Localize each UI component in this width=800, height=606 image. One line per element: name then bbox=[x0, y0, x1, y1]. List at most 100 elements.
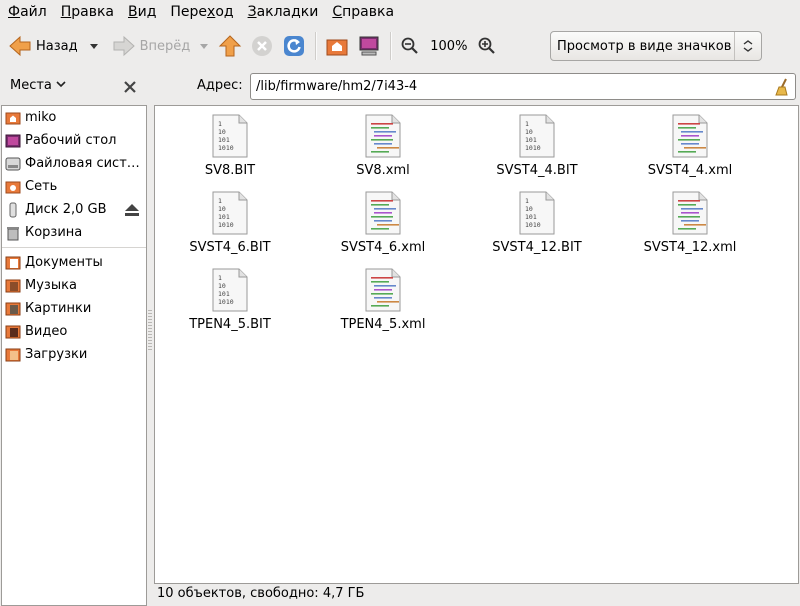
zoom-level: 100% bbox=[430, 38, 468, 54]
file-item[interactable]: 1 10 101 1010 SVST4_6.BIT bbox=[155, 191, 305, 255]
zoom-in-button[interactable] bbox=[473, 30, 501, 62]
sidebar-item-label: Корзина bbox=[25, 225, 83, 240]
menu-help[interactable]: Справка bbox=[325, 0, 401, 24]
file-name: SV8.BIT bbox=[204, 163, 256, 178]
file-item[interactable]: 1 10 101 1010 SVST4_12.BIT bbox=[462, 191, 612, 255]
file-item[interactable]: SV8.xml bbox=[308, 114, 458, 178]
chevron-down-icon[interactable] bbox=[56, 79, 66, 89]
binary-icon-line: 101 bbox=[525, 213, 537, 221]
toolbar-separator bbox=[315, 32, 317, 60]
menubar: Файл Правка Вид Переход Закладки Справка bbox=[0, 0, 800, 24]
clear-broom-icon[interactable] bbox=[774, 78, 790, 96]
sidebar-item-usb-drive[interactable]: Диск 2,0 GB bbox=[2, 198, 146, 221]
menu-file[interactable]: Файл bbox=[1, 0, 54, 24]
binary-icon-line: 1010 bbox=[218, 221, 234, 229]
back-button-label: Назад bbox=[36, 38, 78, 54]
binary-icon-line: 10 bbox=[218, 128, 226, 136]
reload-button[interactable] bbox=[278, 30, 310, 62]
xml-file-icon bbox=[672, 191, 708, 235]
file-name: TPEN4_5.xml bbox=[340, 317, 426, 332]
file-item[interactable]: TPEN4_5.xml bbox=[308, 268, 458, 332]
file-item[interactable]: 1 10 101 1010 SV8.BIT bbox=[155, 114, 305, 178]
pane-resize-handle[interactable] bbox=[148, 310, 152, 350]
toolbar-separator bbox=[390, 32, 392, 60]
sidebar-item-trash[interactable]: Корзина bbox=[2, 221, 146, 244]
binary-icon-line: 101 bbox=[218, 290, 230, 298]
back-button[interactable]: Назад bbox=[4, 30, 82, 62]
binary-icon-line: 10 bbox=[218, 205, 226, 213]
trash-icon bbox=[7, 226, 19, 240]
address-input[interactable]: /lib/firmware/hm2/7i43-4 bbox=[250, 73, 796, 100]
home-button[interactable] bbox=[321, 30, 353, 62]
forward-history-dropdown[interactable] bbox=[194, 30, 212, 62]
binary-icon-line: 10 bbox=[525, 128, 533, 136]
menu-edit[interactable]: Правка bbox=[54, 0, 121, 24]
menu-bookmarks[interactable]: Закладки bbox=[241, 0, 326, 24]
places-title[interactable]: Места bbox=[10, 78, 52, 93]
sidebar-item-network[interactable]: Сеть bbox=[2, 175, 146, 198]
binary-icon-line: 101 bbox=[218, 213, 230, 221]
usb-drive-icon bbox=[9, 202, 17, 217]
reload-icon bbox=[284, 36, 305, 56]
eject-icon[interactable] bbox=[124, 203, 140, 217]
sidebar-item-label: miko bbox=[25, 110, 57, 125]
sidebar-item-documents[interactable]: Документы bbox=[2, 251, 146, 274]
up-arrow-icon bbox=[219, 35, 242, 57]
up-button[interactable] bbox=[214, 30, 246, 62]
sidebar-item-label: Файловая сист… bbox=[25, 156, 140, 171]
sidebar-item-downloads[interactable]: Загрузки bbox=[2, 343, 146, 366]
file-item[interactable]: SVST4_4.xml bbox=[615, 114, 765, 178]
forward-button[interactable]: Вперёд bbox=[108, 30, 195, 62]
forward-arrow-icon bbox=[113, 35, 135, 57]
sidebar-item-music[interactable]: Музыка bbox=[2, 274, 146, 297]
sidebar-item-label: Сеть bbox=[25, 179, 58, 194]
file-icon-view: 1 10 101 1010 SV8.BIT SV8.xml 1 10 101 1010 SVST4_… bbox=[154, 105, 799, 584]
places-sidebar: miko Рабочий стол Файловая сист… Сеть Ди… bbox=[1, 105, 147, 606]
sidebar-item-pictures[interactable]: Картинки bbox=[2, 297, 146, 320]
binary-icon-line: 1 bbox=[525, 197, 529, 205]
home-folder-icon bbox=[326, 39, 348, 56]
menu-go[interactable]: Переход bbox=[163, 0, 240, 24]
computer-button[interactable] bbox=[353, 30, 385, 62]
binary-icon-line: 10 bbox=[525, 205, 533, 213]
sidebar-item-label: Загрузки bbox=[25, 347, 88, 362]
sidebar-item-label: Музыка bbox=[25, 278, 77, 293]
back-history-dropdown[interactable] bbox=[82, 30, 102, 62]
downloads-folder-icon bbox=[5, 348, 21, 361]
view-mode-select[interactable]: Просмотр в виде значков bbox=[550, 31, 762, 61]
sidebar-item-filesystem[interactable]: Файловая сист… bbox=[2, 152, 146, 175]
stop-button[interactable] bbox=[246, 30, 278, 62]
music-folder-icon bbox=[5, 279, 21, 292]
zoom-out-button[interactable] bbox=[396, 30, 424, 62]
file-name: SVST4_6.xml bbox=[340, 240, 426, 255]
file-item[interactable]: 1 10 101 1010 TPEN4_5.BIT bbox=[155, 268, 305, 332]
binary-file-icon: 1101011010 bbox=[212, 268, 248, 312]
binary-icon-line: 1 bbox=[218, 274, 222, 282]
binary-icon-line: 1 bbox=[218, 120, 222, 128]
view-mode-value: Просмотр в виде значков bbox=[557, 38, 732, 54]
binary-icon-line: 1 bbox=[525, 120, 529, 128]
pictures-folder-icon bbox=[5, 302, 21, 315]
sidebar-item-videos[interactable]: Видео bbox=[2, 320, 146, 343]
computer-icon bbox=[359, 36, 379, 56]
sidebar-item-label: Картинки bbox=[25, 301, 92, 316]
close-sidebar-icon[interactable] bbox=[123, 80, 137, 94]
chevron-updown-icon bbox=[734, 32, 761, 60]
sidebar-item-home[interactable]: miko bbox=[2, 106, 146, 129]
binary-icon-line: 1010 bbox=[218, 144, 234, 152]
chevron-down-icon bbox=[200, 43, 209, 49]
file-item[interactable]: 1 10 101 1010 SVST4_4.BIT bbox=[462, 114, 612, 178]
file-item[interactable]: SVST4_6.xml bbox=[308, 191, 458, 255]
xml-file-icon bbox=[672, 114, 708, 158]
desktop-icon bbox=[5, 134, 21, 147]
menu-view[interactable]: Вид bbox=[121, 0, 163, 24]
file-item[interactable]: SVST4_12.xml bbox=[615, 191, 765, 255]
zoom-out-icon bbox=[401, 37, 419, 54]
sidebar-item-desktop[interactable]: Рабочий стол bbox=[2, 129, 146, 152]
chevron-down-icon bbox=[89, 43, 98, 49]
file-name: SVST4_6.BIT bbox=[189, 240, 271, 255]
sidebar-item-label: Рабочий стол bbox=[25, 133, 117, 148]
filesystem-icon bbox=[5, 157, 21, 170]
binary-icon-line: 1010 bbox=[218, 298, 234, 306]
binary-file-icon: 1101011010 bbox=[519, 114, 555, 158]
